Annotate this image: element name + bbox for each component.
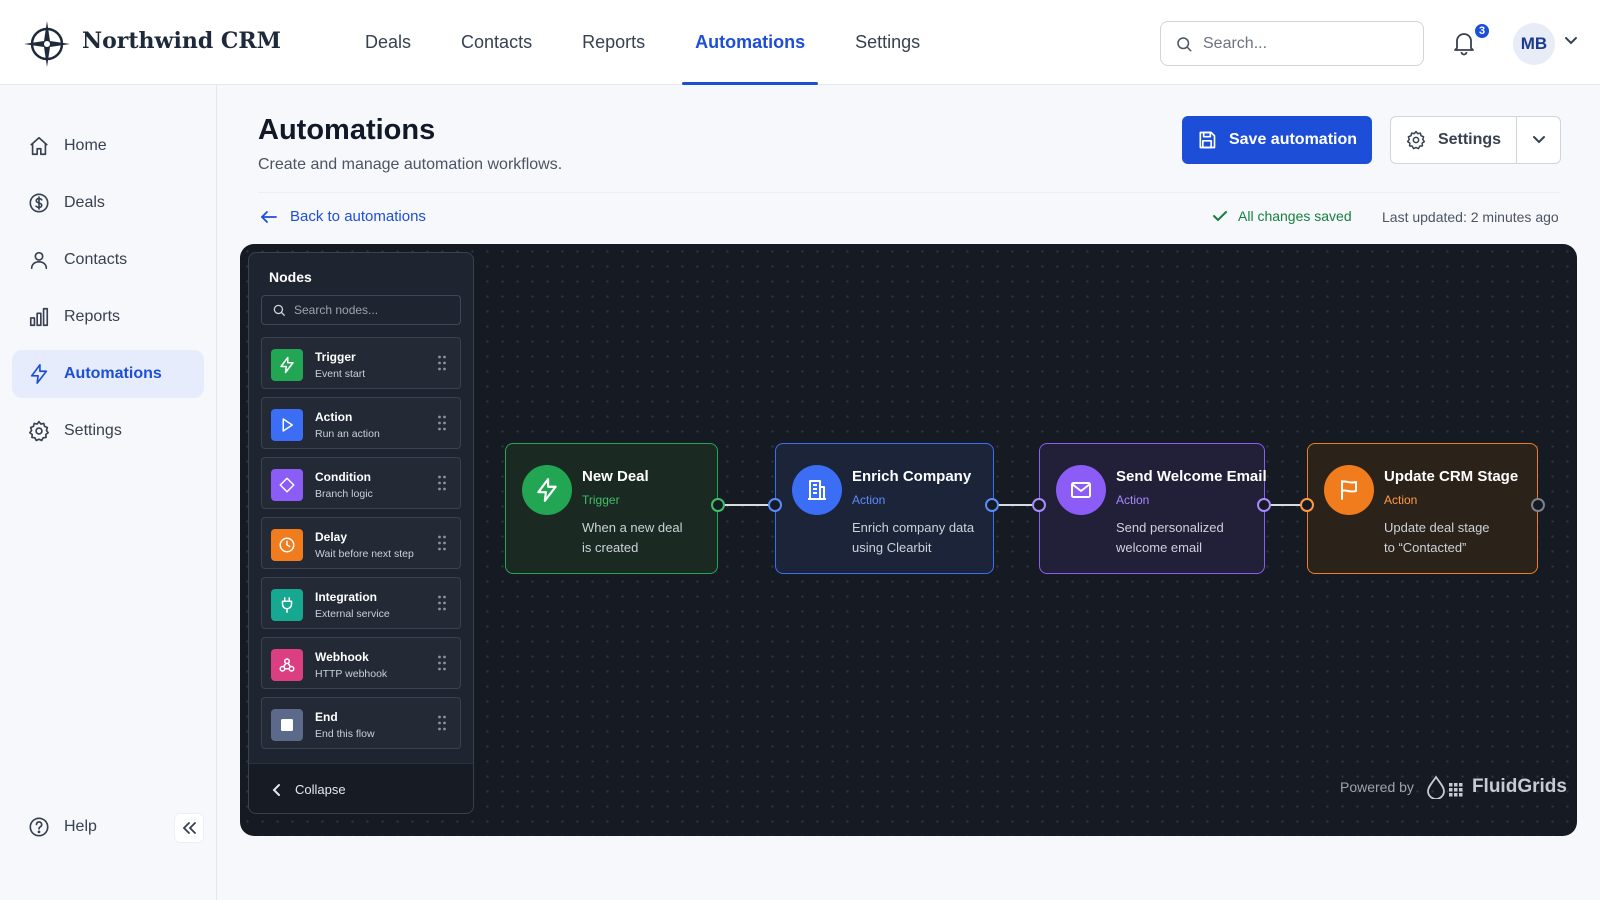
- fluidgrids-logo-icon: [1426, 775, 1466, 799]
- input-port[interactable]: [1300, 498, 1314, 512]
- mail-icon: [1056, 465, 1106, 515]
- sidebar-item-home[interactable]: Home: [12, 122, 204, 170]
- sidebar-item-label: Settings: [64, 422, 122, 439]
- search-icon: [1175, 35, 1193, 53]
- sidebar-item-deals[interactable]: Deals: [12, 179, 204, 227]
- node-title: Send Welcome Email: [1116, 468, 1267, 485]
- building-icon: [792, 465, 842, 515]
- topnav-reports[interactable]: Reports: [557, 0, 670, 85]
- node-type: Action: [852, 493, 886, 507]
- chevron-down-icon: [1532, 135, 1546, 145]
- sidebar: Home Deals Contacts Reports Automations …: [0, 85, 217, 900]
- collapse-sidebar-button[interactable]: [174, 813, 204, 843]
- notification-badge: 3: [1473, 22, 1491, 40]
- node-desc-line: Update deal stage: [1384, 520, 1490, 535]
- settings-button-label: Settings: [1437, 131, 1502, 148]
- workflow-canvas[interactable]: Nodes Trigger Event start Action Run an …: [240, 244, 1577, 836]
- node-title: Update CRM Stage: [1384, 468, 1519, 485]
- page-title: Automations: [258, 114, 436, 146]
- brand-name: Northwind CRM: [82, 28, 282, 54]
- node-desc-line: to “Contacted”: [1384, 540, 1467, 555]
- sidebar-item-label: Deals: [64, 194, 105, 211]
- output-port[interactable]: [1531, 498, 1545, 512]
- sidebar-help-label: Help: [64, 818, 97, 835]
- chevrons-left-icon: [181, 821, 197, 835]
- gear-icon: [1406, 130, 1426, 150]
- lightning-icon: [28, 363, 50, 385]
- bar-chart-icon: [28, 306, 50, 328]
- topnav-deals[interactable]: Deals: [340, 0, 436, 85]
- home-icon: [28, 135, 50, 157]
- sidebar-item-label: Automations: [64, 365, 162, 382]
- node-description: When a new deal is created: [582, 518, 682, 558]
- saved-status: All changes saved: [1212, 208, 1352, 224]
- node-desc-line: Enrich company data: [852, 520, 975, 535]
- output-port[interactable]: [1257, 498, 1271, 512]
- user-icon: [28, 249, 50, 271]
- sidebar-item-reports[interactable]: Reports: [12, 293, 204, 341]
- input-port[interactable]: [1032, 498, 1046, 512]
- sidebar-item-label: Contacts: [64, 251, 128, 268]
- output-port[interactable]: [985, 498, 999, 512]
- lightning-icon: [522, 465, 572, 515]
- output-port[interactable]: [711, 498, 725, 512]
- topnav-settings[interactable]: Settings: [830, 0, 945, 85]
- node-desc-line: Send personalized: [1116, 520, 1224, 535]
- sidebar-item-automations[interactable]: Automations: [12, 350, 204, 398]
- avatar[interactable]: MB: [1513, 23, 1555, 65]
- node-desc-line: using Clearbit: [852, 540, 932, 555]
- help-circle-icon: [28, 816, 50, 838]
- node-description: Enrich company data using Clearbit: [852, 518, 974, 558]
- save-icon: [1197, 130, 1217, 150]
- node-type: Action: [1384, 493, 1418, 507]
- node-type: Trigger: [582, 493, 620, 507]
- flow-node-enrich-company[interactable]: Enrich Company Action Enrich company dat…: [775, 443, 994, 574]
- node-description: Update deal stage to “Contacted”: [1384, 518, 1490, 558]
- gear-icon: [28, 420, 50, 442]
- node-title: Enrich Company: [852, 468, 972, 485]
- page-subtitle: Create and manage automation workflows.: [258, 156, 563, 173]
- back-link-label: Back to automations: [290, 208, 426, 225]
- header-divider: [258, 192, 1560, 193]
- back-to-automations-link[interactable]: Back to automations: [260, 208, 426, 225]
- node-desc-line: is created: [582, 540, 639, 555]
- flow-node-new-deal[interactable]: New Deal Trigger When a new deal is crea…: [505, 443, 718, 574]
- node-desc-line: When a new deal: [582, 520, 683, 535]
- node-type: Action: [1116, 493, 1150, 507]
- node-desc-line: welcome email: [1116, 540, 1202, 555]
- sidebar-item-contacts[interactable]: Contacts: [12, 236, 204, 284]
- sidebar-item-label: Reports: [64, 308, 121, 325]
- compass-logo-icon[interactable]: [22, 19, 72, 69]
- dollar-icon: [28, 192, 50, 214]
- chevron-down-icon[interactable]: [1564, 36, 1578, 46]
- sidebar-item-settings[interactable]: Settings: [12, 407, 204, 455]
- node-title: New Deal: [582, 468, 649, 485]
- search-input[interactable]: [1203, 34, 1403, 53]
- flow-node-send-welcome-email[interactable]: Send Welcome Email Action Send personali…: [1039, 443, 1267, 574]
- settings-dropdown-button[interactable]: [1516, 116, 1561, 164]
- flag-icon: [1324, 465, 1374, 515]
- powered-by-label: Powered by: [1340, 779, 1414, 795]
- save-automation-button[interactable]: Save automation: [1182, 116, 1372, 164]
- sidebar-item-label: Home: [64, 137, 107, 154]
- fluidgrids-brand: FluidGrids: [1471, 776, 1567, 797]
- node-description: Send personalized welcome email: [1116, 518, 1224, 558]
- saved-status-label: All changes saved: [1238, 208, 1352, 224]
- settings-button[interactable]: Settings: [1390, 116, 1516, 164]
- top-bar: Northwind CRM Deals Contacts Reports Aut…: [0, 0, 1600, 85]
- topnav-contacts[interactable]: Contacts: [436, 0, 557, 85]
- global-search: [1160, 21, 1424, 66]
- flow-node-update-crm-stage[interactable]: Update CRM Stage Action Update deal stag…: [1307, 443, 1538, 574]
- top-nav: Deals Contacts Reports Automations Setti…: [340, 0, 945, 85]
- last-updated: Last updated: 2 minutes ago: [1382, 209, 1559, 225]
- save-automation-label: Save automation: [1228, 131, 1358, 148]
- powered-by: Powered by FluidGrids: [1340, 775, 1567, 799]
- topnav-automations[interactable]: Automations: [670, 0, 830, 85]
- sidebar-item-help[interactable]: Help: [12, 803, 97, 851]
- arrow-left-icon: [260, 210, 278, 224]
- input-port[interactable]: [768, 498, 782, 512]
- check-icon: [1212, 209, 1228, 223]
- bell-icon[interactable]: [1452, 30, 1476, 56]
